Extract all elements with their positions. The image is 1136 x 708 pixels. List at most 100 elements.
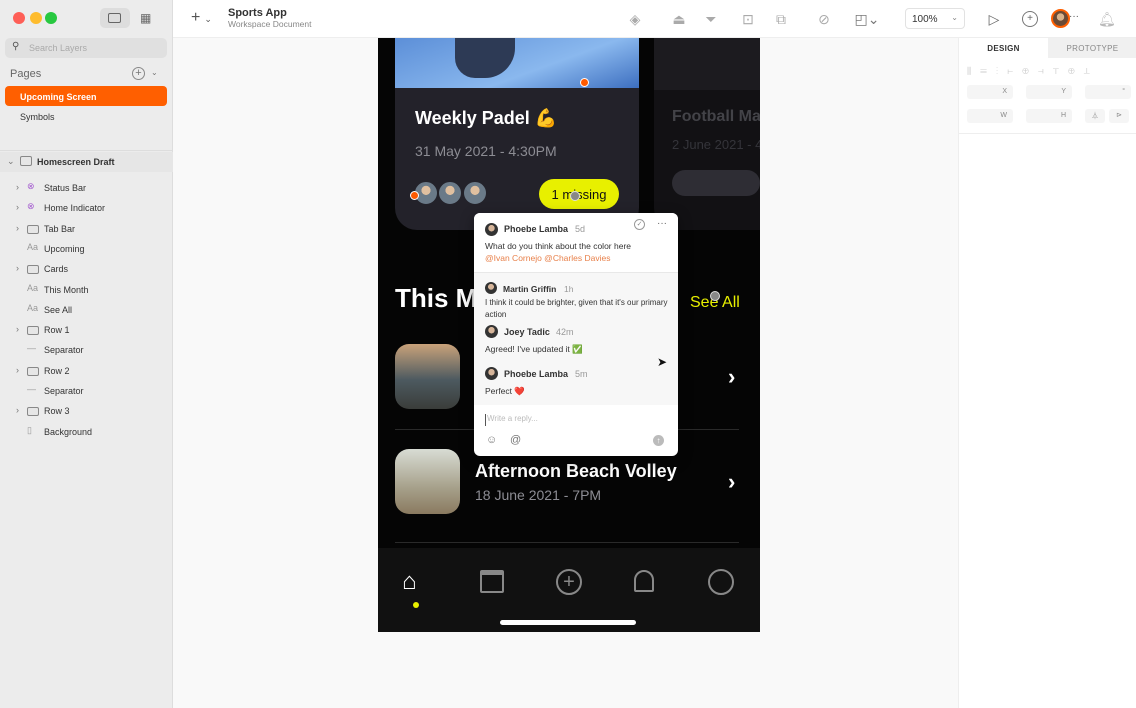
- row-title: Afternoon Beach Volley: [475, 461, 677, 481]
- tab-design[interactable]: DESIGN: [959, 38, 1048, 58]
- zoom-select[interactable]: 100% ⌄: [905, 8, 965, 29]
- reply-placeholder: Write a reply...: [487, 414, 538, 423]
- flip-horizontal-icon[interactable]: ⏃: [1085, 109, 1105, 123]
- minimize-window-button[interactable]: [30, 12, 42, 24]
- comment-time: 5m: [575, 369, 588, 379]
- resize-icon[interactable]: ◰⌄: [853, 11, 881, 27]
- y-label: Y: [1061, 88, 1066, 95]
- add-icon[interactable]: +: [556, 569, 582, 595]
- scale-icon[interactable]: ⧉: [773, 11, 789, 27]
- home-indicator: [500, 620, 636, 625]
- x-field[interactable]: X: [967, 85, 1013, 99]
- emoji-icon[interactable]: ☺: [486, 434, 497, 446]
- comment-pin-orange[interactable]: [580, 78, 589, 87]
- close-window-button[interactable]: [13, 12, 25, 24]
- layer-item[interactable]: Aa See All: [0, 300, 173, 320]
- insert-button[interactable]: + ⌄: [191, 9, 212, 27]
- layer-item[interactable]: › ⊗ Home Indicator: [0, 198, 173, 218]
- line-layer-icon: —: [27, 343, 36, 354]
- chevron-right-icon[interactable]: ›: [16, 223, 19, 233]
- comment-pin[interactable]: [710, 291, 720, 301]
- comment-pin-active[interactable]: [570, 191, 580, 201]
- backward-icon[interactable]: ⏷: [703, 11, 719, 27]
- layer-item[interactable]: › Row 3: [0, 401, 173, 421]
- profile-icon[interactable]: [708, 569, 734, 595]
- comment-pin-orange[interactable]: [410, 191, 419, 200]
- card-date: 31 May 2021 - 4:30PM: [415, 143, 557, 159]
- play-icon[interactable]: ▷: [986, 11, 1002, 27]
- send-icon[interactable]: ↑: [653, 435, 664, 446]
- notifications-bell-icon[interactable]: 🔔︎: [1098, 11, 1116, 27]
- maximize-window-button[interactable]: [45, 12, 57, 24]
- add-page-icon[interactable]: +: [132, 67, 145, 80]
- chevron-right-icon[interactable]: ›: [16, 263, 19, 273]
- rotation-field[interactable]: °: [1085, 85, 1131, 99]
- flatten-icon[interactable]: ⊘: [816, 11, 832, 27]
- user-avatar[interactable]: [1051, 9, 1070, 28]
- chevron-right-icon[interactable]: ›: [16, 202, 19, 212]
- page-label: Symbols: [20, 112, 55, 122]
- participant-avatar: [462, 180, 488, 206]
- home-icon[interactable]: ⌂: [402, 568, 430, 596]
- group-layer-icon: [27, 224, 39, 234]
- forward-icon[interactable]: ⏏: [671, 11, 687, 27]
- more-users-icon[interactable]: ···: [1069, 11, 1079, 22]
- layer-item[interactable]: Aa This Month: [0, 280, 173, 300]
- create-symbol-icon[interactable]: ◈: [627, 11, 643, 27]
- layer-item[interactable]: — Separator: [0, 340, 173, 360]
- chevron-right-icon[interactable]: ›: [16, 182, 19, 192]
- add-comment-icon[interactable]: +: [1022, 11, 1038, 27]
- comment-author: Martin Griffin: [503, 284, 557, 294]
- divider: [959, 133, 1136, 134]
- divider: [0, 150, 173, 151]
- comment-mentions[interactable]: @Ivan Cornejo @Charles Davies: [485, 252, 610, 264]
- card-weekly-padel[interactable]: Weekly Padel 💪 31 May 2021 - 4:30PM 1 mi…: [395, 38, 639, 230]
- comment-author: Phoebe Lamba: [504, 369, 569, 379]
- height-field[interactable]: H: [1026, 109, 1072, 123]
- artboard-icon: [20, 156, 32, 166]
- row2-image: [395, 449, 460, 514]
- chevron-right-icon[interactable]: ›: [728, 364, 735, 390]
- reply-input[interactable]: Write a reply...: [485, 414, 665, 426]
- more-options-icon[interactable]: ···: [657, 218, 667, 229]
- layer-item[interactable]: Aa Upcoming: [0, 239, 173, 259]
- width-field[interactable]: W: [967, 109, 1013, 123]
- layer-item[interactable]: ▯ Background: [0, 422, 173, 442]
- layer-item[interactable]: › Tab Bar: [0, 219, 173, 239]
- chevron-right-icon[interactable]: ›: [16, 324, 19, 334]
- layer-item[interactable]: — Separator: [0, 381, 173, 401]
- comment-time: 1h: [564, 284, 574, 294]
- avatar: [485, 282, 497, 294]
- resolve-check-icon[interactable]: ✓: [634, 219, 645, 230]
- comment-text: What do you think about the color here: [485, 241, 632, 251]
- flip-vertical-icon[interactable]: ⊳: [1109, 109, 1129, 123]
- grid-view-icon[interactable]: ▦: [140, 11, 151, 25]
- alignment-tools[interactable]: ⫼☰⋮⊢⊕⊣⊤⊕⊥: [967, 66, 1099, 77]
- layer-item[interactable]: › Row 2: [0, 361, 173, 381]
- page-item-upcoming-screen[interactable]: Upcoming Screen: [5, 86, 167, 106]
- chevron-down-icon[interactable]: ⌄: [7, 156, 15, 167]
- layer-item[interactable]: › Row 1: [0, 320, 173, 340]
- artboard-homescreen-draft[interactable]: ⌄ Homescreen Draft: [0, 152, 173, 172]
- layer-label: Separator: [44, 345, 84, 356]
- tab-prototype[interactable]: PROTOTYPE: [1048, 38, 1136, 58]
- avatar: [485, 223, 498, 236]
- layer-item[interactable]: › Cards: [0, 259, 173, 279]
- calendar-icon[interactable]: [480, 570, 504, 593]
- canvas-view-button[interactable]: [100, 8, 130, 28]
- search-layers-input[interactable]: ⚲ Search Layers: [5, 38, 167, 58]
- chevron-right-icon[interactable]: ›: [16, 405, 19, 415]
- layer-item[interactable]: › ⊗ Status Bar: [0, 178, 173, 198]
- y-field[interactable]: Y: [1026, 85, 1072, 99]
- chevron-down-icon[interactable]: ⌄: [151, 68, 158, 77]
- page-item-symbols[interactable]: Symbols: [5, 106, 167, 126]
- mask-icon[interactable]: ⊡: [740, 11, 756, 27]
- bell-icon[interactable]: [634, 570, 654, 592]
- card-football-match[interactable]: Football Ma 2 June 2021 - 4: [654, 38, 760, 230]
- mention-icon[interactable]: @: [510, 434, 521, 446]
- chevron-right-icon[interactable]: ›: [728, 469, 735, 495]
- chevron-right-icon[interactable]: ›: [16, 365, 19, 375]
- participant-avatar: [437, 180, 463, 206]
- layer-label: Upcoming: [44, 243, 85, 254]
- card-title: Weekly Padel 💪: [415, 108, 558, 128]
